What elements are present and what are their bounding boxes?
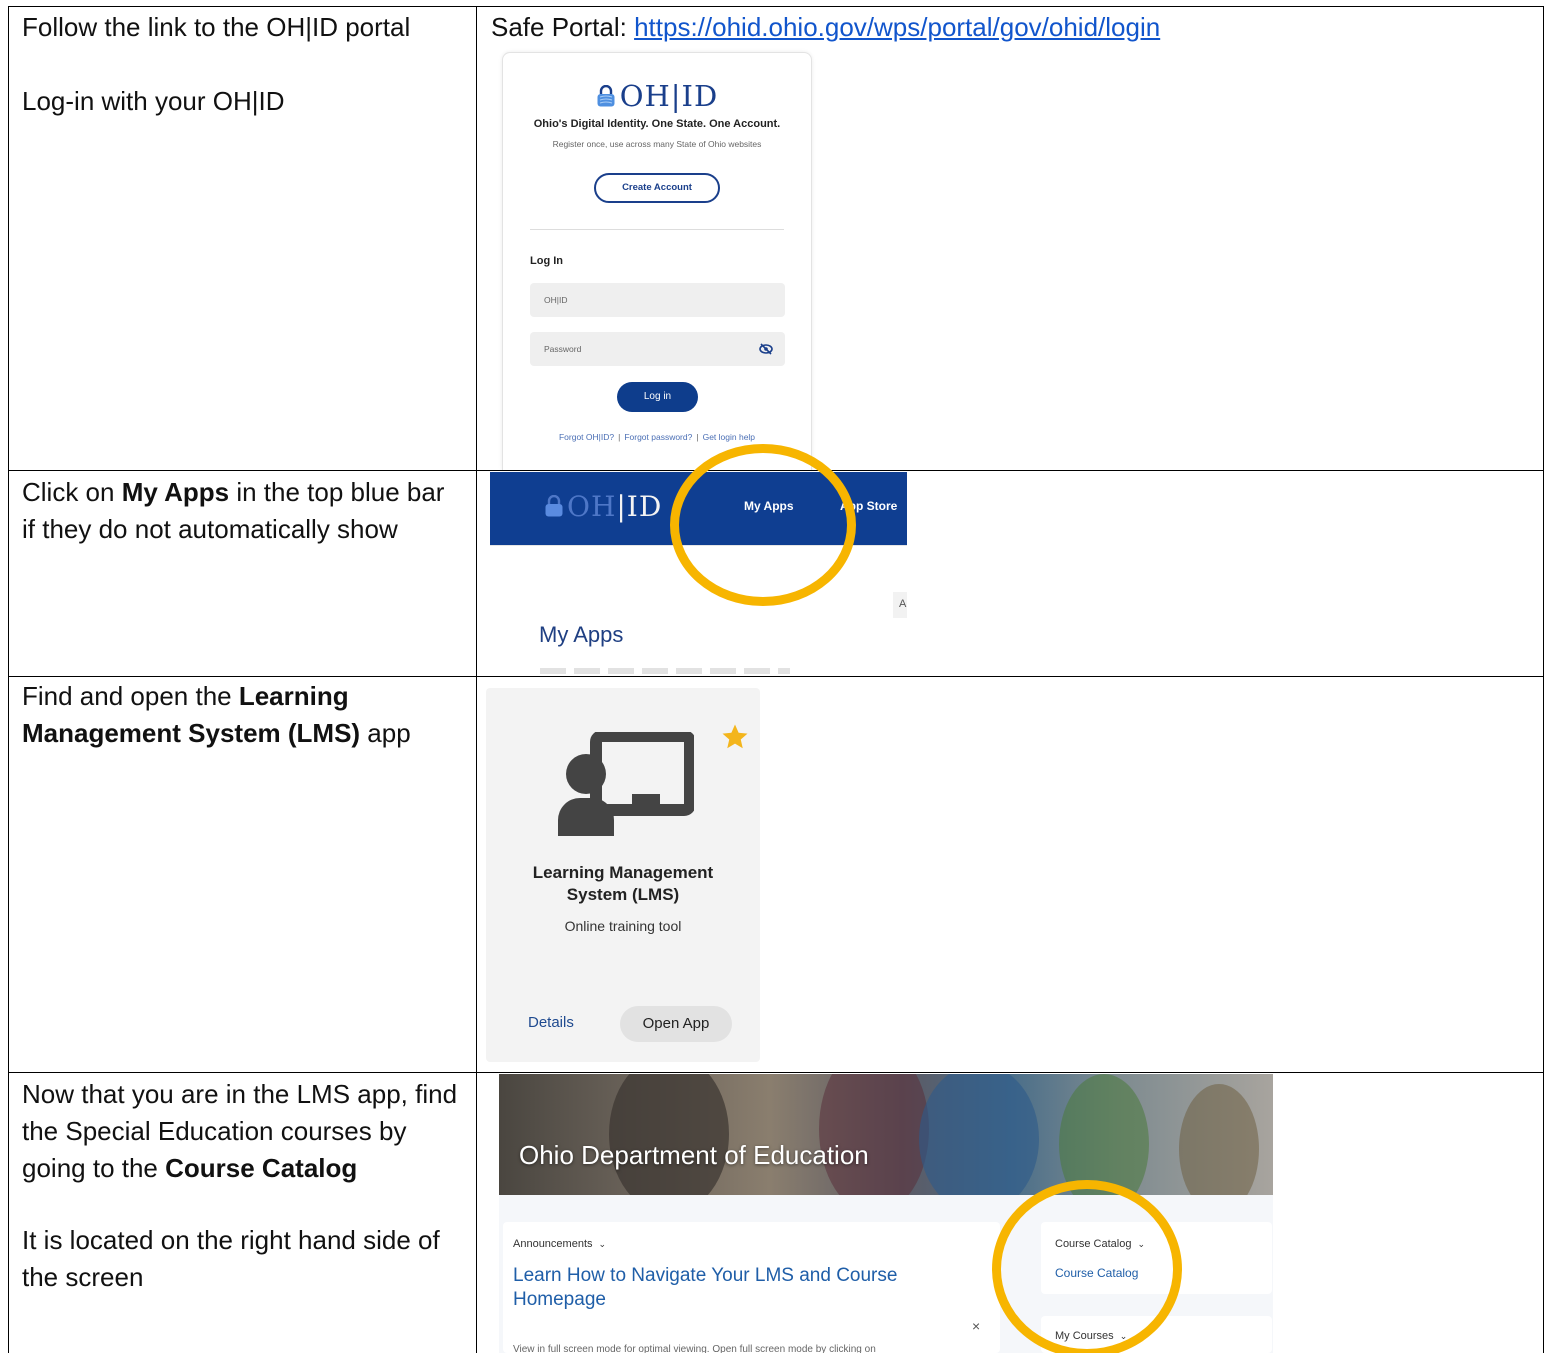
link-separator: | xyxy=(618,432,621,442)
highlight-circle-course-catalog xyxy=(992,1180,1182,1353)
forgot-ohid-link[interactable]: Forgot OH|ID? xyxy=(559,432,614,442)
topbar-logo-oh: OH xyxy=(567,490,617,523)
eye-slash-icon[interactable] xyxy=(759,343,773,355)
my-apps-emphasis: My Apps xyxy=(121,477,230,507)
step-1-instruction-2: Log-in with your OH|ID xyxy=(22,86,285,116)
close-icon[interactable]: × xyxy=(972,1318,980,1334)
ohid-logo: OH|ID xyxy=(503,79,811,113)
cropped-text-line xyxy=(540,668,790,674)
ohid-input[interactable]: OH|ID xyxy=(530,283,785,317)
chevron-down-icon: ⌄ xyxy=(598,1239,607,1249)
login-help-link[interactable]: Get login help xyxy=(703,432,755,442)
announcement-title-link[interactable]: Learn How to Navigate Your LMS and Cours… xyxy=(513,1264,953,1312)
open-app-button[interactable]: Open App xyxy=(620,1006,732,1042)
announcements-widget: Announcements ⌄ Learn How to Navigate You… xyxy=(503,1222,1000,1353)
details-link[interactable]: Details xyxy=(528,1014,574,1031)
safe-portal-link[interactable]: https://ohid.ohio.gov/wps/portal/gov/ohi… xyxy=(634,12,1160,42)
link-separator: | xyxy=(696,432,699,442)
app-title: Learning Management System (LMS) xyxy=(532,863,714,904)
announcement-text: View in full screen mode for optimal vie… xyxy=(513,1344,876,1353)
card-divider xyxy=(530,229,784,230)
ohid-tagline: Ohio's Digital Identity. One State. One … xyxy=(533,118,781,130)
column-divider xyxy=(476,6,477,1353)
login-button[interactable]: Log in xyxy=(617,382,698,412)
banner-title: Ohio Department of Education xyxy=(519,1140,869,1170)
login-heading: Log In xyxy=(530,255,563,267)
row-divider-3 xyxy=(8,1072,1544,1073)
step-4-instruction: Now that you are in the LMS app, find th… xyxy=(22,1079,458,1183)
step-1-instruction: Follow the link to the OH|ID portal xyxy=(22,12,411,42)
lms-app-card[interactable]: Learning Management System (LMS) Online … xyxy=(486,688,760,1062)
classroom-presenter-icon xyxy=(558,732,694,836)
password-input[interactable]: Password xyxy=(530,332,785,366)
app-description: Online training tool xyxy=(564,918,682,934)
my-apps-page-title: My Apps xyxy=(539,622,624,647)
ohid-input-placeholder: OH|ID xyxy=(544,295,568,305)
safe-portal-line: Safe Portal: https://ohid.ohio.gov/wps/p… xyxy=(491,10,1160,44)
lms-banner-image: Ohio Department of Education xyxy=(499,1074,1273,1195)
step-3-instruction: Find and open the Learning Management Sy… xyxy=(22,681,411,748)
course-catalog-emphasis: Course Catalog xyxy=(165,1153,358,1183)
topbar-logo[interactable]: OH|ID xyxy=(544,490,662,523)
topbar-logo-id: |ID xyxy=(616,490,663,523)
cut-off-letter: A xyxy=(899,598,907,610)
highlight-circle-my-apps xyxy=(670,444,856,606)
step-4-instruction-2: It is located on the right hand side of … xyxy=(22,1225,440,1292)
safe-portal-label: Safe Portal: xyxy=(491,12,635,42)
create-account-button[interactable]: Create Account xyxy=(594,173,720,203)
ohid-subtitle: Register once, use across many State of … xyxy=(552,139,762,149)
step-2-instruction: Click on My Apps in the top blue bar if … xyxy=(22,477,445,544)
login-help-links: Forgot OH|ID? | Forgot password? | Get login… xyxy=(503,432,811,442)
password-input-placeholder: Password xyxy=(544,344,582,354)
lock-icon xyxy=(545,495,563,517)
favorite-star-icon[interactable] xyxy=(720,722,750,752)
forgot-password-link[interactable]: Forgot password? xyxy=(624,432,692,442)
announcements-header[interactable]: Announcements ⌄ xyxy=(513,1238,606,1250)
lock-icon xyxy=(597,85,615,107)
ohid-login-card: OH|ID Ohio's Digital Identity. One State… xyxy=(502,52,812,470)
row-divider-2 xyxy=(8,676,1544,677)
ohid-logo-text: OH|ID xyxy=(619,79,719,113)
